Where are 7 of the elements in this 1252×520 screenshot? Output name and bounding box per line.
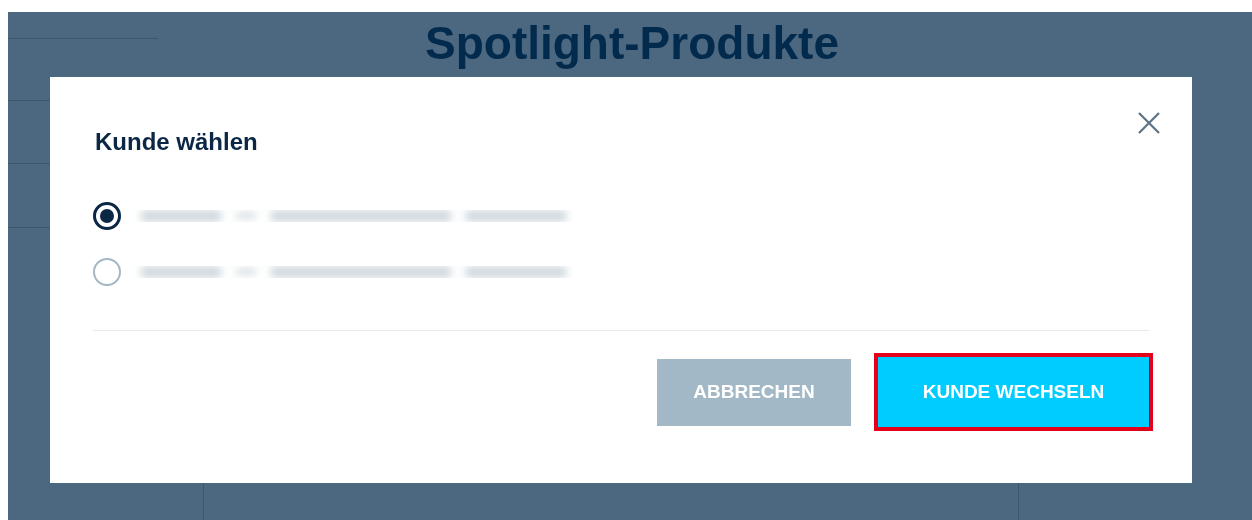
cancel-button[interactable]: ABBRECHEN xyxy=(657,358,851,426)
dialog-title: Kunde wählen xyxy=(95,127,259,157)
change-customer-button[interactable]: KUNDE WECHSELN xyxy=(874,353,1153,431)
page-title: Spotlight-Produkte xyxy=(425,18,839,68)
close-icon[interactable] xyxy=(1136,110,1162,136)
radio-button[interactable] xyxy=(93,202,121,230)
radio-button[interactable] xyxy=(93,258,121,286)
